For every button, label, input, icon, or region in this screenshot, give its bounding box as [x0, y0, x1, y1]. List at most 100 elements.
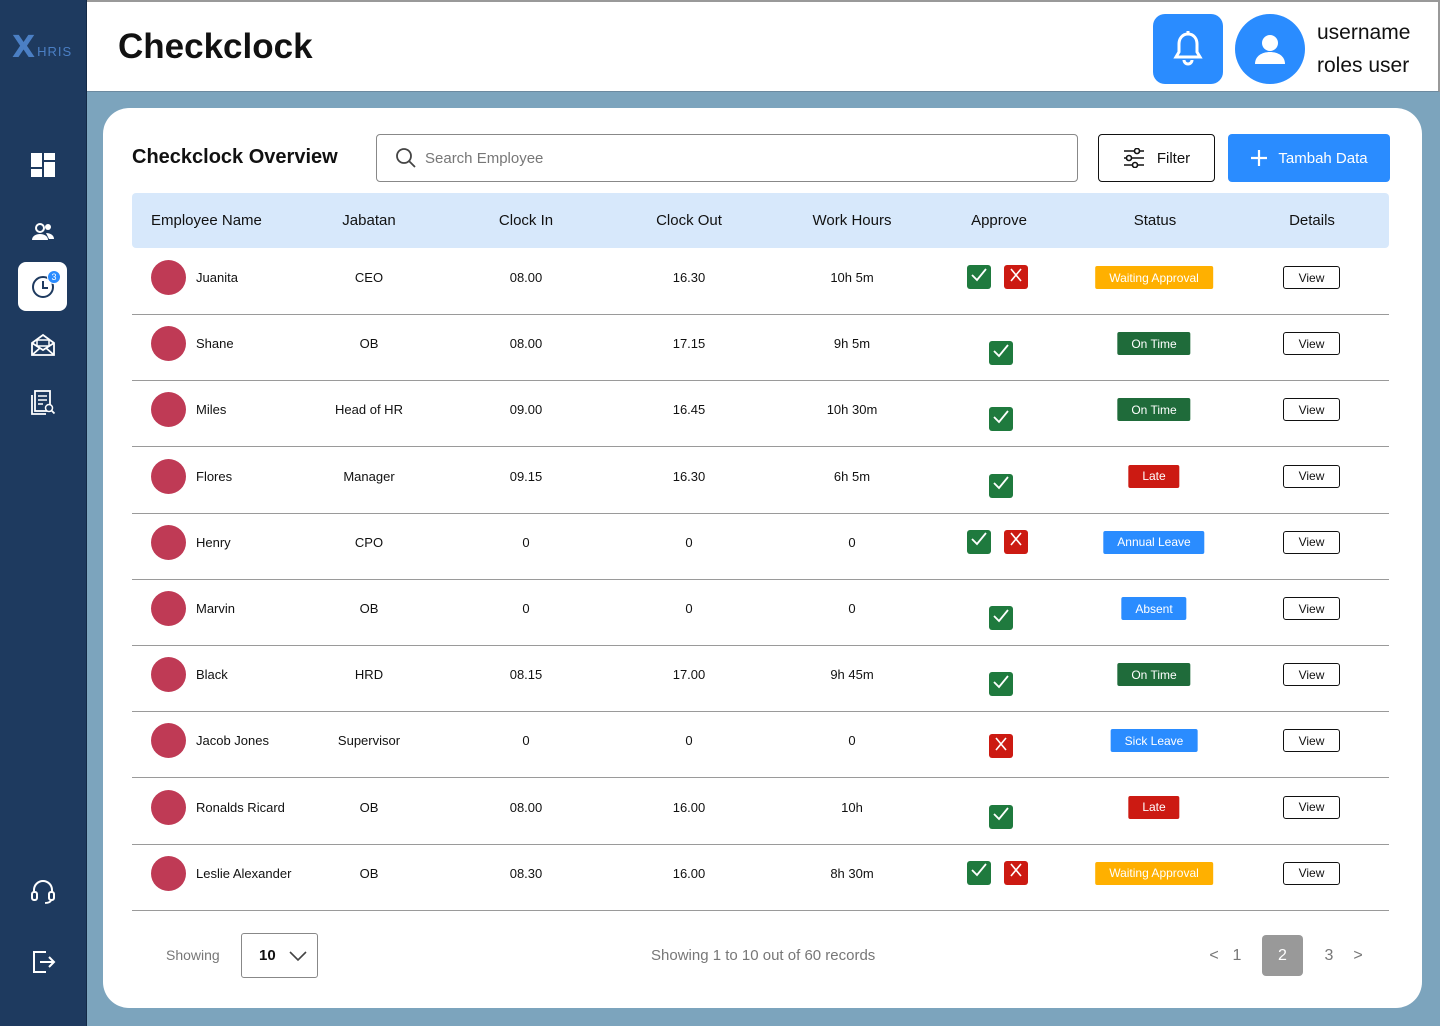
sliders-icon — [1123, 148, 1144, 168]
search-box[interactable] — [376, 134, 1078, 182]
bell-icon — [1173, 31, 1203, 66]
clock-in: 0 — [522, 534, 530, 550]
notification-badge: 3 — [47, 270, 61, 284]
users-icon — [31, 222, 54, 240]
reject-button[interactable] — [1004, 529, 1028, 554]
logo-text: HRIS — [37, 43, 73, 59]
view-details-button[interactable]: View — [1283, 663, 1340, 687]
approve-button[interactable] — [967, 265, 991, 289]
view-details-button[interactable]: View — [1283, 729, 1340, 753]
approve-button[interactable] — [989, 606, 1013, 630]
clock-out: 0 — [685, 733, 693, 749]
check-icon — [971, 267, 987, 287]
approve-button[interactable] — [989, 672, 1013, 697]
status-badge: Absent — [1121, 597, 1187, 620]
reject-button[interactable] — [1004, 265, 1028, 289]
reject-button[interactable] — [1004, 860, 1028, 885]
jabatan: OB — [359, 336, 379, 352]
clock-in: 08.30 — [509, 865, 543, 881]
jabatan: Manager — [343, 468, 395, 484]
col-work-hours[interactable]: Work Hours — [813, 212, 892, 229]
table-row: Black HRD 08.15 17.00 9h 45m On Time View — [132, 646, 1389, 713]
view-details-button[interactable]: View — [1283, 795, 1340, 819]
view-details-button[interactable]: View — [1283, 597, 1340, 620]
add-data-button[interactable]: Tambah Data — [1228, 134, 1390, 182]
col-details[interactable]: Details — [1289, 212, 1335, 229]
approve-button[interactable] — [967, 529, 991, 554]
reject-button[interactable] — [989, 734, 1013, 759]
work-hours: 10h 5m — [830, 270, 874, 285]
col-approve[interactable]: Approve — [971, 212, 1027, 229]
user-avatar[interactable] — [1235, 14, 1305, 84]
sidebar-item-employees[interactable] — [18, 207, 67, 256]
check-icon — [993, 675, 1009, 694]
jabatan: OB — [359, 601, 379, 616]
approve-button[interactable] — [989, 407, 1013, 432]
report-search-icon — [30, 389, 55, 415]
page-1-button[interactable]: 1 — [1229, 935, 1245, 976]
approve-button[interactable] — [989, 341, 1013, 366]
search-input[interactable] — [425, 149, 1025, 167]
clock-out: 0 — [685, 601, 693, 616]
check-icon — [971, 863, 987, 882]
col-jabatan[interactable]: Jabatan — [342, 212, 395, 229]
clock-in: 09.00 — [509, 402, 543, 418]
work-hours: 10h 30m — [826, 402, 878, 418]
col-employee-name[interactable]: Employee Name — [151, 212, 262, 229]
employee-name: Marvin — [196, 601, 236, 616]
notifications-button[interactable] — [1153, 14, 1223, 84]
sidebar-item-dashboard[interactable] — [18, 140, 67, 189]
employee-avatar — [151, 855, 186, 891]
status-badge: Waiting Approval — [1095, 861, 1213, 885]
col-clock-in[interactable]: Clock In — [499, 212, 553, 229]
jabatan: OB — [359, 865, 379, 881]
view-details-button[interactable]: View — [1283, 332, 1340, 356]
page-2-button[interactable]: 2 — [1262, 935, 1303, 976]
sidebar-item-checkclock[interactable]: 3 — [18, 262, 67, 311]
col-clock-out[interactable]: Clock Out — [656, 212, 722, 229]
headset-icon — [30, 879, 55, 904]
check-icon — [993, 344, 1009, 363]
logout-icon — [32, 950, 55, 973]
employee-name: Black — [196, 667, 228, 683]
sidebar-item-support[interactable] — [18, 866, 67, 915]
checkclock-card: Checkclock Overview Filter Tambah Data E… — [103, 108, 1422, 1008]
page-size-value: 10 — [259, 947, 276, 964]
view-details-button[interactable]: View — [1283, 464, 1340, 488]
table-row: Jacob Jones Supervisor 0 0 0 Sick Leave View — [132, 712, 1389, 779]
clock-out: 16.00 — [672, 865, 706, 881]
page-3-button[interactable]: 3 — [1320, 935, 1338, 976]
approve-button[interactable] — [967, 860, 991, 885]
col-status[interactable]: Status — [1134, 212, 1177, 229]
view-details-button[interactable]: View — [1283, 861, 1340, 885]
next-page-button[interactable]: > — [1350, 935, 1366, 976]
page-size-select[interactable]: 10 — [241, 933, 318, 978]
approve-button[interactable] — [989, 473, 1013, 498]
prev-page-button[interactable]: < — [1205, 935, 1223, 976]
x-icon — [995, 737, 1007, 756]
filter-button[interactable]: Filter — [1098, 134, 1215, 182]
employee-avatar — [151, 657, 186, 693]
approve-button[interactable] — [989, 804, 1013, 829]
clock-in: 08.15 — [509, 667, 543, 683]
clock-in: 08.00 — [509, 270, 543, 285]
status-badge: Late — [1128, 464, 1180, 488]
view-details-button[interactable]: View — [1283, 266, 1340, 289]
work-hours: 0 — [848, 733, 856, 749]
search-icon — [396, 148, 416, 168]
header: Checkclock username roles user — [87, 0, 1440, 92]
table-row: Ronalds Ricard OB 08.00 16.00 10h Late View — [132, 779, 1389, 845]
status-badge: Late — [1128, 795, 1180, 819]
mail-icon — [30, 333, 55, 356]
employee-avatar — [151, 326, 186, 362]
sidebar-item-reports[interactable] — [18, 377, 67, 426]
sidebar-item-logout[interactable] — [18, 937, 67, 986]
sidebar-item-letters[interactable] — [18, 320, 67, 369]
jabatan: OB — [359, 799, 379, 815]
work-hours: 6h 5m — [833, 468, 871, 484]
clock-in: 08.00 — [509, 336, 543, 352]
view-details-button[interactable]: View — [1283, 398, 1340, 422]
view-details-button[interactable]: View — [1283, 530, 1340, 554]
x-icon — [1010, 532, 1022, 551]
employee-avatar — [151, 723, 186, 759]
